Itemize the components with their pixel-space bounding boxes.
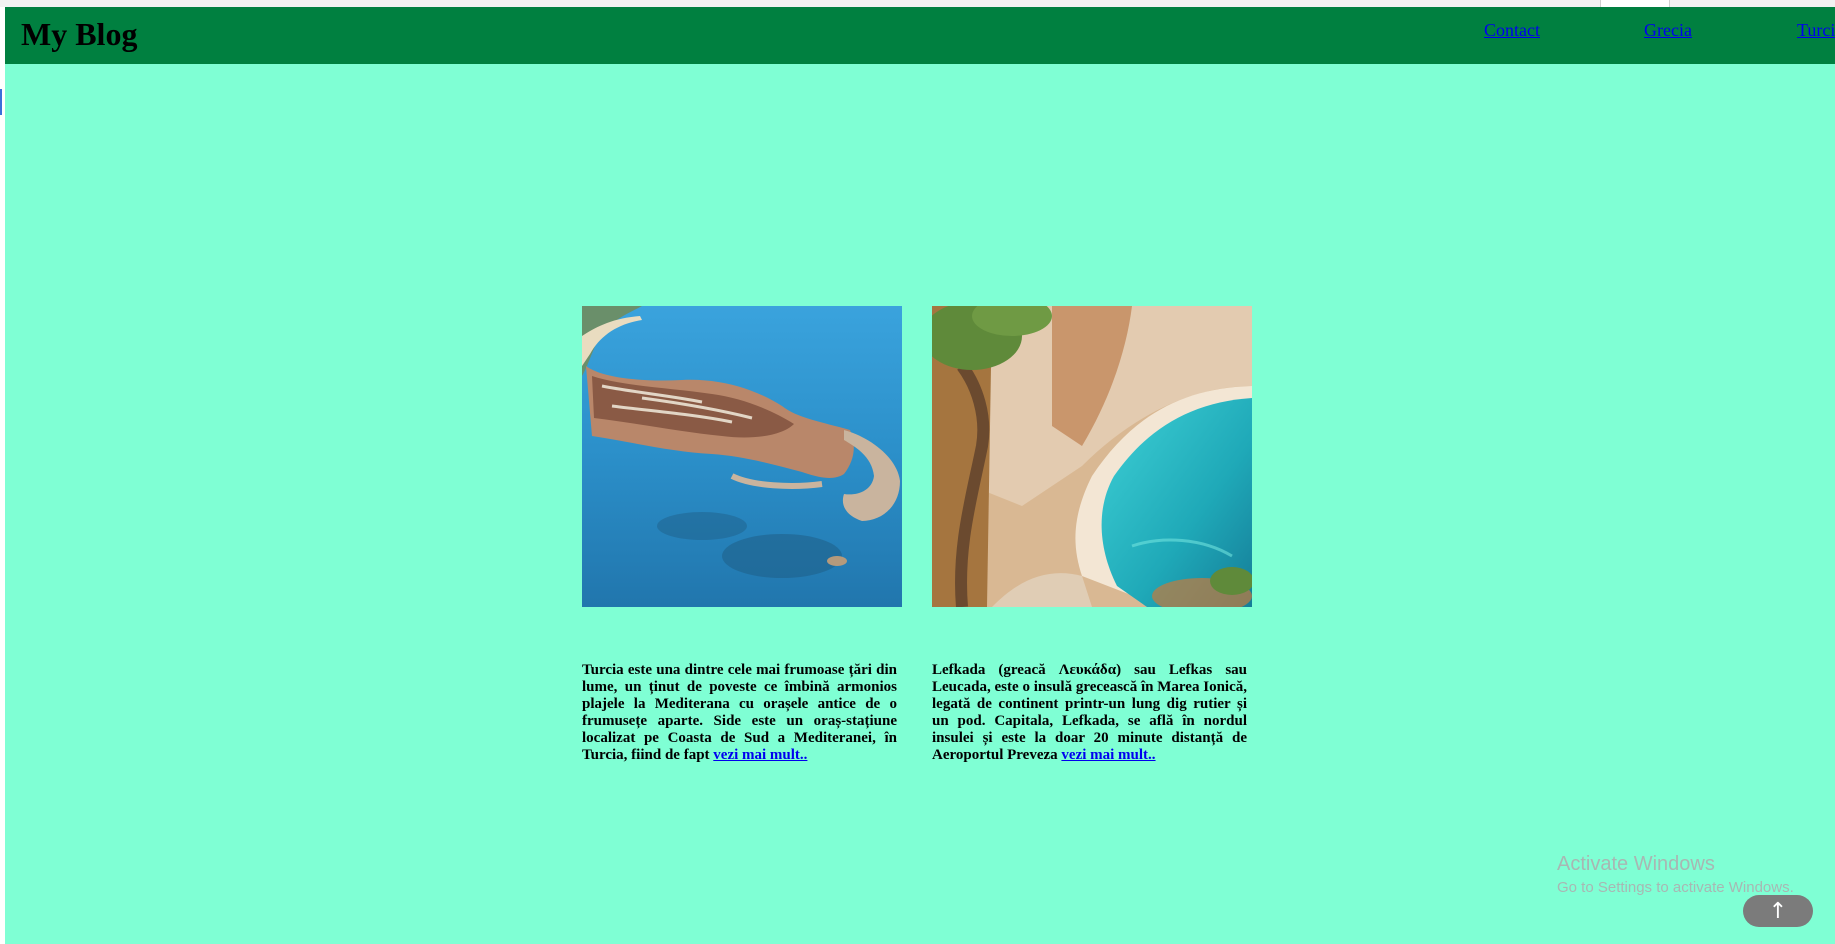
windows-activation-watermark: Activate Windows Go to Settings to activ…: [1557, 853, 1794, 896]
watermark-line2: Go to Settings to activate Windows.: [1557, 879, 1794, 896]
scroll-to-top-button[interactable]: ↑: [1743, 895, 1813, 927]
nav-link-grecia[interactable]: Grecia: [1644, 20, 1692, 41]
turcia-read-more-link[interactable]: vezi mai mult..: [713, 747, 807, 763]
lefkada-photo: [932, 306, 1252, 607]
watermark-line1: Activate Windows: [1557, 853, 1715, 875]
post-card-turcia: Turcia este una dintre cele mai frumoase…: [582, 306, 902, 764]
left-edge-marker: [0, 89, 2, 115]
left-edge: [0, 7, 5, 944]
lefkada-read-more-link[interactable]: vezi mai mult..: [1061, 747, 1155, 763]
nav-link-contact[interactable]: Contact: [1484, 20, 1540, 41]
site-brand: My Blog: [21, 16, 138, 52]
browser-tab-stub: [1600, 0, 1670, 7]
post-card-lefkada: Lefkada (greacă Λευκάδα) sau Lefkas sau …: [932, 306, 1252, 764]
turcia-photo: [582, 306, 902, 607]
browser-top-strip: [0, 0, 1835, 7]
navbar: My Blog Contact Grecia Turcia: [5, 7, 1835, 64]
turcia-description: Turcia este una dintre cele mai frumoase…: [582, 662, 897, 764]
lefkada-description: Lefkada (greacă Λευκάδα) sau Lefkas sau …: [932, 662, 1247, 764]
nav-link-turcia[interactable]: Turcia: [1797, 20, 1835, 41]
arrow-up-icon: ↑: [1768, 898, 1788, 924]
